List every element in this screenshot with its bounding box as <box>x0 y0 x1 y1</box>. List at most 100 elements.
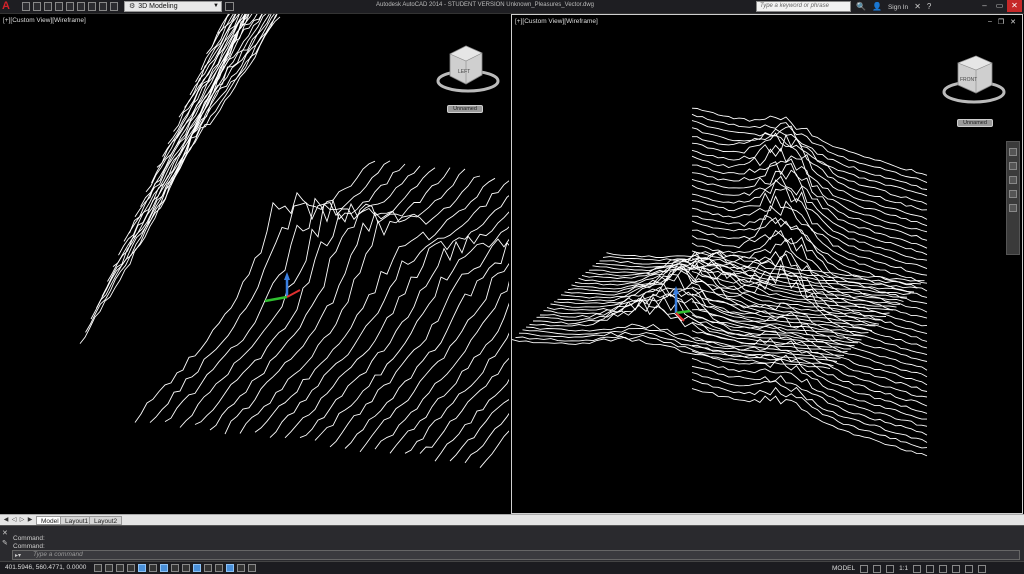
command-prompt-icon[interactable]: ▸▾ <box>15 552 21 560</box>
save-icon[interactable] <box>44 2 52 11</box>
settings-icon[interactable]: ✎ <box>2 539 8 549</box>
open-file-icon[interactable] <box>33 2 41 11</box>
print-icon[interactable] <box>77 2 85 11</box>
user-icon[interactable]: 👤 <box>872 1 882 13</box>
autocad-logo-icon[interactable]: A <box>2 1 12 12</box>
clean-screen-icon[interactable] <box>978 564 987 573</box>
tab-layout2[interactable]: Layout2 <box>89 516 123 525</box>
restore-icon[interactable]: ❐ <box>998 18 1004 26</box>
wcs-dropdown[interactable]: Unnamed <box>957 119 993 127</box>
command-window-controls: ✕ ✎ <box>2 529 8 549</box>
dyn-icon[interactable] <box>193 564 201 572</box>
annotation-monitor-icon[interactable] <box>248 564 256 572</box>
close-icon[interactable]: ✕ <box>1007 0 1022 12</box>
quick-view-drawings-icon[interactable] <box>873 564 882 573</box>
viewport-label[interactable]: [+][Custom View][Wireframe] <box>3 17 86 24</box>
close-icon[interactable]: ✕ <box>1010 18 1016 26</box>
viewcube-face-label: FRONT <box>960 77 977 83</box>
hardware-acceleration-icon[interactable] <box>952 564 961 573</box>
wireframe-line <box>691 133 928 220</box>
wireframe-line <box>195 14 237 83</box>
wireframe-line <box>344 241 509 449</box>
wireframe-line <box>173 14 246 132</box>
command-placeholder: Type a command <box>33 551 83 558</box>
wireframe-line <box>164 163 406 422</box>
wireframe-line <box>419 357 509 454</box>
share-icon[interactable] <box>110 2 118 11</box>
infer-constraints-icon[interactable] <box>94 564 102 572</box>
ortho-icon[interactable] <box>127 564 135 572</box>
workspace-switching-icon[interactable] <box>926 564 935 573</box>
wireframe-line <box>691 314 928 386</box>
first-tab-icon[interactable]: ◀ <box>2 516 10 524</box>
viewport-right[interactable]: [+][Custom View][Wireframe] – ❐ ✕ FRONT … <box>511 14 1023 514</box>
orbit-icon[interactable] <box>1009 190 1017 198</box>
lineweight-icon[interactable] <box>204 564 212 572</box>
toolbar-expand-icon[interactable] <box>225 2 234 11</box>
redo-icon[interactable] <box>99 2 107 11</box>
wireframe-line <box>299 211 509 439</box>
otrack-icon[interactable] <box>171 564 179 572</box>
wireframe-line <box>156 14 247 168</box>
wireframe-line <box>691 200 928 284</box>
model-space-toggle[interactable]: MODEL <box>832 565 855 572</box>
plot-icon[interactable] <box>66 2 74 11</box>
zoom-icon[interactable] <box>1009 176 1017 184</box>
wireframe-line <box>134 14 253 217</box>
minimize-icon[interactable]: – <box>977 0 992 12</box>
wireframe-line <box>691 337 928 407</box>
coordinate-readout[interactable]: 401.5946, 560.4771, 0.0000 <box>5 564 86 571</box>
selection-cycling-icon[interactable] <box>237 564 245 572</box>
viewport-label[interactable]: [+][Custom View][Wireframe] <box>515 18 598 25</box>
search-input[interactable]: Type a keyword or phrase <box>756 1 851 12</box>
wireframe-line <box>691 388 928 457</box>
help-icon[interactable]: ? <box>927 1 931 13</box>
isolate-objects-icon[interactable] <box>965 564 974 573</box>
ducs-icon[interactable] <box>182 564 190 572</box>
grid-icon[interactable] <box>116 564 124 572</box>
command-window: ✕ ✎ Command: Command: ▸▾ Type a command <box>0 525 1024 561</box>
wireframe-line <box>691 113 928 184</box>
annotation-scale-value[interactable]: 1:1 <box>899 565 908 572</box>
annotation-visibility-icon[interactable] <box>913 564 922 573</box>
polar-icon[interactable] <box>138 564 146 572</box>
lock-icon[interactable] <box>939 564 948 573</box>
new-file-icon[interactable] <box>22 2 30 11</box>
minimize-icon[interactable]: – <box>988 18 992 26</box>
sign-in-button[interactable]: Sign In <box>888 4 908 11</box>
save-as-icon[interactable] <box>55 2 63 11</box>
wireframe-line <box>691 330 928 398</box>
command-history-line: Command: <box>13 535 45 542</box>
viewport-window-controls: – ❐ ✕ <box>988 18 1016 26</box>
transparency-icon[interactable] <box>215 564 223 572</box>
quick-properties-icon[interactable] <box>226 564 234 572</box>
chevron-down-icon: ▼ <box>213 3 219 9</box>
wireframe-line <box>269 180 509 438</box>
wcs-dropdown[interactable]: Unnamed <box>447 105 483 113</box>
annotation-scale-icon[interactable] <box>886 564 895 573</box>
next-tab-icon[interactable]: ▷ <box>18 516 26 524</box>
exchange-icon[interactable]: ✕ <box>914 1 921 13</box>
maximize-icon[interactable]: ▭ <box>992 0 1007 12</box>
last-tab-icon[interactable]: ▶ <box>26 516 34 524</box>
showmotion-icon[interactable] <box>1009 204 1017 212</box>
quick-view-layouts-icon[interactable] <box>860 564 869 573</box>
command-input[interactable]: ▸▾ Type a command <box>12 550 1020 560</box>
viewport-left[interactable]: [+][Custom View][Wireframe] LEFT Unnamed <box>0 14 509 514</box>
wireframe-line <box>691 301 928 371</box>
wireframe-line <box>179 165 421 428</box>
viewcube-icon[interactable]: LEFT <box>434 40 506 102</box>
snap-icon[interactable] <box>105 564 113 572</box>
prev-tab-icon[interactable]: ◁ <box>10 516 18 524</box>
undo-icon[interactable] <box>88 2 96 11</box>
viewcube-icon[interactable]: FRONT <box>940 51 1012 113</box>
osnap-icon[interactable] <box>149 564 157 572</box>
3d-osnap-icon[interactable] <box>160 564 168 572</box>
workspace-dropdown[interactable]: ⚙ 3D Modeling ▼ <box>124 1 222 12</box>
pan-icon[interactable] <box>1009 162 1017 170</box>
steering-wheel-icon[interactable] <box>1009 148 1017 156</box>
wireframe-line <box>434 378 509 462</box>
binoculars-search-icon[interactable]: 🔍 <box>856 1 866 13</box>
viewcube-face-label: LEFT <box>458 69 470 75</box>
close-icon[interactable]: ✕ <box>2 529 8 539</box>
